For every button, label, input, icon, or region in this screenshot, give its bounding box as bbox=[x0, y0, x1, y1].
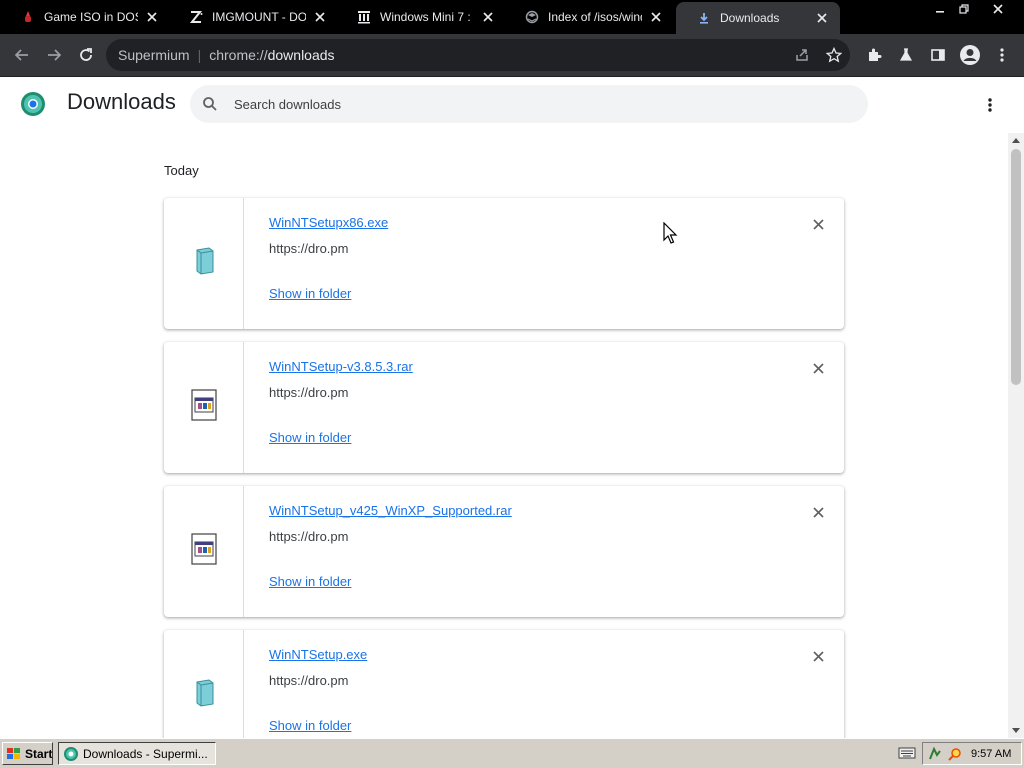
download-item: WinNTSetupx86.exe https://dro.pm Show in… bbox=[164, 198, 844, 329]
downloads-list: Today WinNTSetupx86.exe https://dro.pm S… bbox=[0, 133, 1008, 738]
download-source-url: https://dro.pm bbox=[269, 673, 349, 688]
taskbar-window-label: Downloads - Supermi... bbox=[83, 746, 208, 761]
search-placeholder: Search downloads bbox=[234, 96, 341, 112]
download-item-icon-cell bbox=[164, 486, 244, 617]
download-source-url: https://dro.pm bbox=[269, 385, 349, 400]
reload-button[interactable] bbox=[72, 41, 100, 69]
browser-chip-label: Supermium bbox=[118, 47, 190, 63]
show-in-folder-link[interactable]: Show in folder bbox=[269, 286, 351, 301]
zwiki-icon bbox=[188, 9, 204, 25]
show-in-folder-link[interactable]: Show in folder bbox=[269, 574, 351, 589]
url-scheme: chrome:// bbox=[209, 47, 268, 63]
tab-imgmount[interactable]: IMGMOUNT - DOSB bbox=[168, 0, 338, 34]
remove-download-button[interactable] bbox=[808, 214, 828, 234]
show-in-folder-link[interactable]: Show in folder bbox=[269, 718, 351, 733]
tab-title: Windows Mini 7 : Mi bbox=[380, 10, 474, 24]
start-label: Start bbox=[25, 746, 53, 761]
taskbar-clock[interactable]: 9:57 AM bbox=[971, 748, 1011, 760]
download-filename-link[interactable]: WinNTSetup.exe bbox=[269, 647, 367, 662]
tab-index-of-isos[interactable]: Index of /isos/windo bbox=[504, 0, 674, 34]
download-item: WinNTSetup.exe https://dro.pm Show in fo… bbox=[164, 630, 844, 738]
date-section-label: Today bbox=[164, 163, 199, 178]
search-tray-icon[interactable] bbox=[947, 746, 963, 762]
labs-flask-button[interactable] bbox=[892, 41, 920, 69]
browser-menu-button[interactable] bbox=[988, 41, 1016, 69]
scrollbar-thumb[interactable] bbox=[1011, 149, 1021, 385]
close-icon[interactable] bbox=[480, 9, 496, 25]
close-icon[interactable] bbox=[814, 10, 830, 26]
url-host: downloads bbox=[267, 47, 335, 63]
supermium-icon bbox=[63, 746, 79, 762]
side-panel-button[interactable] bbox=[924, 41, 952, 69]
address-separator: | bbox=[197, 47, 202, 63]
start-button[interactable]: Start bbox=[2, 742, 53, 765]
windows-taskbar: Start Downloads - Supermi... 9:57 AM bbox=[0, 738, 1024, 768]
download-source-url: https://dro.pm bbox=[269, 529, 349, 544]
download-item-icon-cell bbox=[164, 342, 244, 473]
extensions-button[interactable] bbox=[860, 41, 888, 69]
exe-file-icon bbox=[193, 678, 215, 713]
keyboard-icon[interactable] bbox=[898, 746, 916, 760]
minimize-button[interactable] bbox=[928, 0, 952, 18]
restore-button[interactable] bbox=[952, 0, 976, 18]
tab-windows-mini-7[interactable]: Windows Mini 7 : Mi bbox=[336, 0, 506, 34]
remove-download-button[interactable] bbox=[808, 502, 828, 522]
remove-download-button[interactable] bbox=[808, 358, 828, 378]
exe-file-icon bbox=[193, 246, 215, 281]
page-scrollbar[interactable] bbox=[1008, 133, 1024, 738]
scroll-down-arrow-icon[interactable] bbox=[1008, 724, 1024, 738]
tab-title: Index of /isos/windo bbox=[548, 10, 642, 24]
close-icon[interactable] bbox=[648, 9, 664, 25]
tab-strip: Game ISO in DOSBo IMGMOUNT - DOSB Window… bbox=[0, 0, 1024, 34]
back-button[interactable] bbox=[8, 41, 36, 69]
address-bar[interactable]: Supermium | chrome://downloads bbox=[106, 39, 850, 71]
downloads-header: Downloads Search downloads bbox=[0, 77, 1024, 133]
folder-web-icon bbox=[524, 9, 540, 25]
window-close-button[interactable] bbox=[986, 0, 1010, 18]
profile-avatar-button[interactable] bbox=[956, 41, 984, 69]
tab-game-iso[interactable]: Game ISO in DOSBo bbox=[0, 0, 170, 34]
tab-title: Downloads bbox=[720, 11, 780, 25]
supermium-logo-icon bbox=[20, 91, 46, 117]
download-icon bbox=[696, 10, 712, 26]
close-icon[interactable] bbox=[312, 9, 328, 25]
dosbox-icon bbox=[20, 9, 36, 25]
share-button[interactable] bbox=[788, 41, 816, 69]
close-icon[interactable] bbox=[144, 9, 160, 25]
windows-flag-icon bbox=[6, 747, 22, 761]
download-filename-link[interactable]: WinNTSetup-v3.8.5.3.rar bbox=[269, 359, 413, 374]
download-item: WinNTSetup-v3.8.5.3.rar https://dro.pm S… bbox=[164, 342, 844, 473]
download-filename-link[interactable]: WinNTSetupx86.exe bbox=[269, 215, 388, 230]
rar-file-icon bbox=[190, 389, 217, 426]
show-in-folder-link[interactable]: Show in folder bbox=[269, 430, 351, 445]
download-source-url: https://dro.pm bbox=[269, 241, 349, 256]
mouse-pointer-icon bbox=[663, 221, 679, 246]
download-item-icon-cell bbox=[164, 630, 244, 738]
network-tray-icon[interactable] bbox=[927, 746, 943, 762]
forward-button[interactable] bbox=[40, 41, 68, 69]
system-tray: 9:57 AM bbox=[922, 742, 1022, 765]
tab-downloads[interactable]: Downloads bbox=[676, 2, 840, 34]
archive-org-icon bbox=[356, 9, 372, 25]
search-icon bbox=[200, 94, 220, 114]
browser-toolbar: Supermium | chrome://downloads bbox=[0, 34, 1024, 77]
downloads-more-menu-button[interactable] bbox=[978, 93, 1002, 117]
remove-download-button[interactable] bbox=[808, 646, 828, 666]
search-downloads-field[interactable]: Search downloads bbox=[190, 85, 868, 123]
download-filename-link[interactable]: WinNTSetup_v425_WinXP_Supported.rar bbox=[269, 503, 512, 518]
scroll-up-arrow-icon[interactable] bbox=[1008, 133, 1024, 147]
taskbar-window-downloads[interactable]: Downloads - Supermi... bbox=[58, 742, 216, 765]
download-item-icon-cell bbox=[164, 198, 244, 329]
tab-title: Game ISO in DOSBo bbox=[44, 10, 138, 24]
tab-title: IMGMOUNT - DOSB bbox=[212, 10, 306, 24]
bookmark-star-button[interactable] bbox=[820, 41, 848, 69]
download-item: WinNTSetup_v425_WinXP_Supported.rar http… bbox=[164, 486, 844, 617]
rar-file-icon bbox=[190, 533, 217, 570]
page-title: Downloads bbox=[67, 89, 176, 114]
